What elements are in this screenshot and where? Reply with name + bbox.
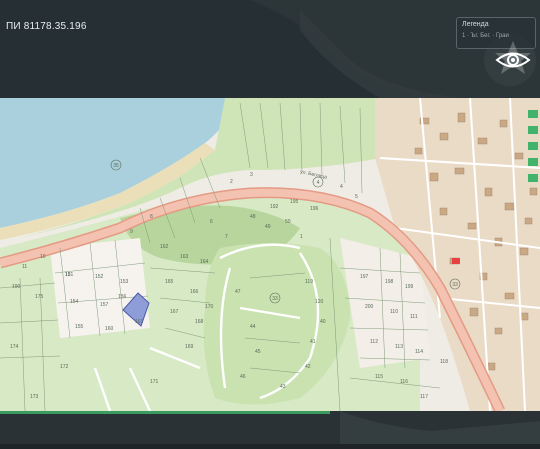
plot-number-label: 117 (420, 394, 428, 400)
plot-number-label: 162 (160, 244, 169, 250)
plot-number-label: 174 (10, 344, 19, 350)
plot-number-label: 113 (395, 344, 403, 350)
plot-number-label: 153 (120, 279, 129, 285)
plot-number-label: 115 (375, 374, 383, 380)
plot-number-label: 114 (415, 349, 423, 355)
map-header-bar: ПИ 81178.35.196 Легенда 1 · Ъг. Бег. · Г… (0, 0, 540, 98)
plot-number-label: 171 (150, 379, 159, 385)
plot-number-label: 49 (265, 224, 271, 230)
cadastral-map-svg[interactable]: 35 4 33 33 ул. Беглица 151 152153154 15715… (0, 98, 540, 411)
plot-number-label: 118 (440, 359, 448, 365)
satellite-header-backdrop (0, 0, 540, 98)
plot-number-label: 198 (385, 279, 394, 285)
plot-number-label: 200 (365, 304, 374, 310)
plot-number-label: 112 (370, 339, 378, 345)
plot-number-label: 169 (185, 344, 194, 350)
legend-title: Легенда (462, 21, 489, 28)
plot-number-label: 197 (360, 274, 369, 280)
plot-number-label: 6 (210, 219, 213, 225)
plot-number-label: 44 (250, 324, 256, 330)
plot-number-label: 156 (118, 294, 127, 300)
plot-number-label: 199 (405, 284, 414, 290)
plot-number-label: 192 (270, 204, 279, 210)
plot-number-label: 154 (70, 299, 79, 305)
plot-number-label: 3 (250, 172, 253, 178)
cadastral-map[interactable]: 35 4 33 33 ул. Беглица 151 152 153 154 157 15… (0, 98, 540, 411)
plot-number-label: 2 (230, 179, 233, 185)
plot-number-label: 120 (315, 299, 324, 305)
plot-number-label: 12 (65, 272, 71, 278)
plot-number-label: 47 (235, 289, 241, 295)
eye-icon (495, 41, 531, 74)
plot-number-label: 45 (255, 349, 261, 355)
plot-number-label: 50 (285, 219, 291, 225)
plot-number-label: 164 (200, 259, 209, 265)
svg-text:33: 33 (272, 296, 278, 302)
plot-number-label: 152 (95, 274, 104, 280)
plot-number-label: 7 (225, 234, 228, 240)
plot-number-label: 110 (390, 309, 398, 315)
plot-number-label: 161 (135, 319, 144, 325)
plot-number-label: 9 (130, 229, 133, 235)
location-marker[interactable] (452, 258, 460, 264)
parcel-id-title: ПИ 81178.35.196 (6, 21, 87, 32)
plot-number-label: 160 (105, 326, 114, 332)
plot-number-label: 5 (355, 194, 358, 200)
plot-number-label: 168 (195, 319, 204, 325)
svg-text:35: 35 (113, 163, 119, 169)
plot-number-label: 4 (340, 184, 343, 190)
plot-number-label: 116 (400, 379, 408, 385)
visibility-toggle-button[interactable] (487, 39, 539, 81)
plot-number-label: 165 (165, 279, 174, 285)
bottom-backdrop (0, 411, 540, 444)
plot-number-label: 43 (280, 384, 286, 390)
plot-number-label: 175 (35, 294, 44, 300)
plot-number-label: 46 (240, 374, 246, 380)
plot-number-label: 111 (410, 314, 418, 320)
plot-number-label: 195 (290, 199, 299, 205)
plot-number-label: 196 (310, 206, 319, 212)
plot-number-label: 190 (12, 284, 21, 290)
svg-text:33: 33 (452, 282, 458, 288)
plot-number-label: 155 (75, 324, 84, 330)
plot-number-label: 167 (170, 309, 179, 315)
plot-number-label: 163 (180, 254, 189, 260)
plot-number-label: 1 (300, 234, 303, 240)
plot-number-label: 11 (22, 264, 27, 270)
plot-number-label: 8 (150, 214, 153, 220)
plot-number-label: 41 (310, 339, 316, 345)
plot-number-label: 119 (305, 279, 313, 285)
plot-number-label: 10 (40, 254, 46, 260)
plot-number-label: 40 (320, 319, 326, 325)
plot-number-label: 173 (30, 394, 39, 400)
plot-number-label: 170 (205, 304, 214, 310)
bottom-satellite-backdrop (0, 411, 540, 444)
plot-number-label: 157 (100, 302, 109, 308)
svg-text:4: 4 (317, 180, 320, 186)
plot-number-label: 166 (190, 289, 199, 295)
plot-number-label: 42 (305, 364, 311, 370)
plot-number-label: 172 (60, 364, 69, 370)
plot-number-label: 48 (250, 214, 256, 220)
